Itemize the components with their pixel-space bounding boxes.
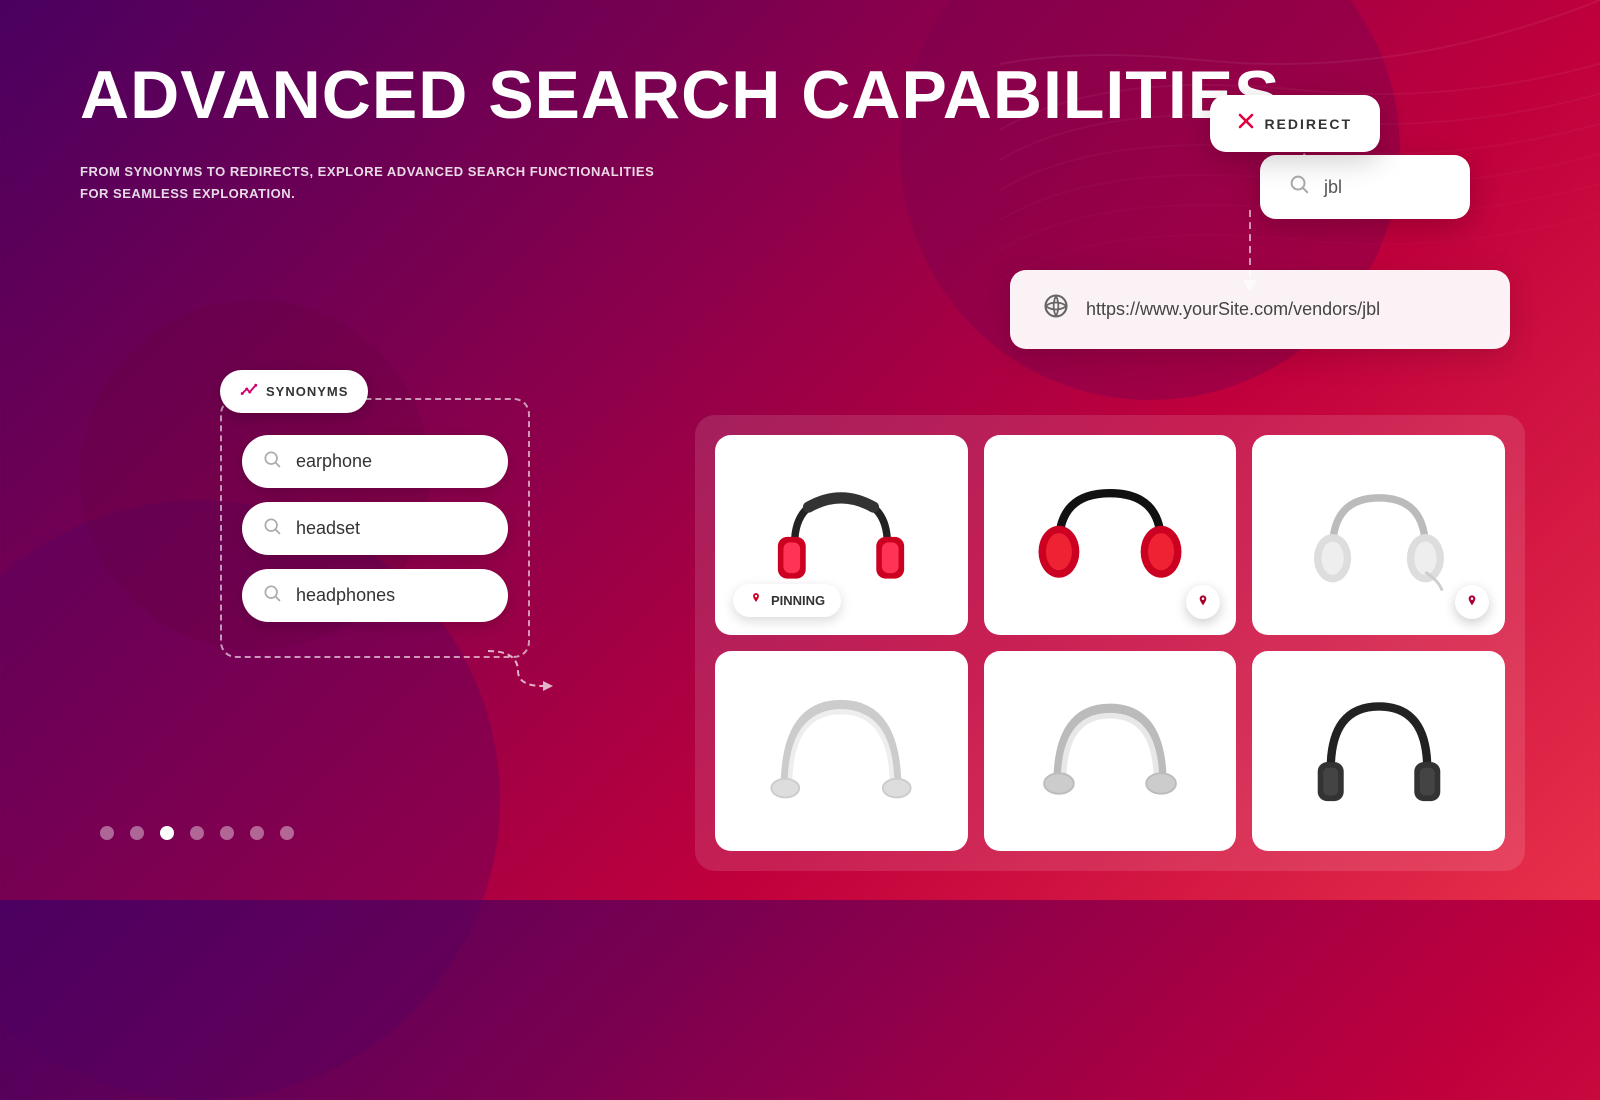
dot-5[interactable] xyxy=(220,826,234,840)
search-icon-1 xyxy=(262,449,282,474)
url-text: https://www.yourSite.com/vendors/jbl xyxy=(1086,299,1380,320)
synonyms-badge[interactable]: SYNONYMS xyxy=(220,370,368,413)
globe-icon xyxy=(1042,292,1070,327)
product-card-4[interactable] xyxy=(715,651,968,851)
product-card-6[interactable] xyxy=(1252,651,1505,851)
product-card-3[interactable] xyxy=(1252,435,1505,635)
search-input-value: jbl xyxy=(1324,177,1342,198)
search-icon-2 xyxy=(262,516,282,541)
products-grid: PINNING xyxy=(695,415,1525,871)
synonym-earphone: earphone xyxy=(296,451,372,472)
pinning-label: PINNING xyxy=(771,593,825,608)
pin-icon-1 xyxy=(749,592,763,609)
product-card-2[interactable] xyxy=(984,435,1237,635)
dot-7[interactable] xyxy=(280,826,294,840)
search-item-headphones[interactable]: headphones xyxy=(242,569,508,622)
headphone-image-2 xyxy=(1035,470,1185,600)
pinning-badge[interactable]: PINNING xyxy=(733,584,841,617)
search-icon-3 xyxy=(262,583,282,608)
search-item-earphone[interactable]: earphone xyxy=(242,435,508,488)
pagination-dots xyxy=(100,826,294,840)
pin-badge-2[interactable] xyxy=(1186,585,1220,619)
products-grid-inner: PINNING xyxy=(715,435,1505,851)
synonyms-dashed-box: earphone headset headpho xyxy=(220,398,530,658)
synonyms-container: SYNONYMS earphone he xyxy=(220,370,530,658)
redirect-x-icon xyxy=(1238,113,1254,134)
chart-icon xyxy=(240,380,258,403)
dot-6[interactable] xyxy=(250,826,264,840)
url-card[interactable]: https://www.yourSite.com/vendors/jbl xyxy=(1010,270,1510,349)
redirect-card[interactable]: REDIRECT xyxy=(1210,95,1380,152)
dot-4[interactable] xyxy=(190,826,204,840)
product-card-1[interactable]: PINNING xyxy=(715,435,968,635)
search-item-headset[interactable]: headset xyxy=(242,502,508,555)
dot-2[interactable] xyxy=(130,826,144,840)
synonym-headset: headset xyxy=(296,518,360,539)
dot-3-active[interactable] xyxy=(160,826,174,840)
headphone-image-3 xyxy=(1304,470,1454,600)
synonym-headphones: headphones xyxy=(296,585,395,606)
headphone-image-1 xyxy=(766,470,916,600)
headphone-image-4 xyxy=(766,686,916,816)
headphone-image-6 xyxy=(1304,686,1454,816)
pin-badge-3[interactable] xyxy=(1455,585,1489,619)
product-card-5[interactable] xyxy=(984,651,1237,851)
search-input-icon xyxy=(1288,173,1310,201)
dot-1[interactable] xyxy=(100,826,114,840)
synonyms-label: SYNONYMS xyxy=(266,384,348,399)
search-input-card[interactable]: jbl xyxy=(1260,155,1470,219)
main-container: ADVANCED SEARCH CAPABILITIES FROM SYNONY… xyxy=(0,0,1600,900)
headphone-image-5 xyxy=(1035,686,1185,816)
redirect-label: REDIRECT xyxy=(1264,116,1352,132)
